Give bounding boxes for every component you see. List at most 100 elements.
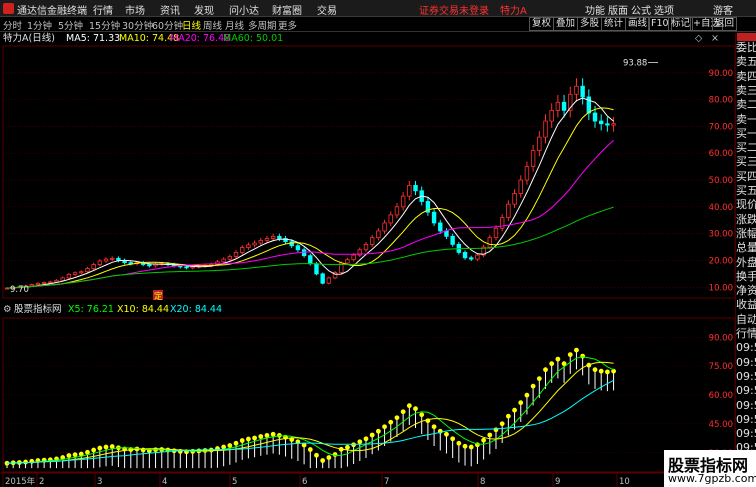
side-item[interactable]: 自动	[736, 313, 756, 326]
sub-panel-gear-icon[interactable]: ⚙	[3, 304, 12, 316]
period-daily[interactable]: 日线	[182, 18, 201, 32]
side-item[interactable]: 涨幅	[736, 227, 756, 240]
side-item[interactable]: 外盘	[736, 256, 756, 269]
candle-body	[400, 195, 406, 208]
side-item[interactable]: 总量	[736, 241, 756, 254]
candle	[568, 86, 573, 118]
login-alert[interactable]: 证券交易未登录	[419, 2, 489, 17]
candle	[586, 89, 592, 121]
side-item[interactable]: 收益	[736, 298, 756, 311]
menu-trade[interactable]: 交易	[317, 2, 337, 17]
menu-options[interactable]: 选项	[654, 2, 674, 17]
period-more[interactable]: 更多	[278, 18, 297, 32]
sub-panel-name[interactable]: 股票指标网	[14, 304, 62, 316]
side-item[interactable]: 买三	[736, 155, 756, 168]
side-item[interactable]: 卖五	[736, 55, 756, 68]
side-item[interactable]: 净资	[736, 284, 756, 297]
side-item[interactable]: 卖三	[736, 84, 756, 97]
period-5min[interactable]: 5分钟	[58, 18, 83, 32]
period-15min[interactable]: 15分钟	[89, 18, 120, 32]
sub-marker	[475, 442, 480, 448]
side-item[interactable]: 09:52	[736, 384, 756, 397]
sub-marker	[239, 438, 245, 443]
menu-function[interactable]: 功能	[585, 2, 605, 17]
side-item[interactable]: 委比	[736, 41, 756, 54]
candle-body	[363, 243, 369, 251]
candle	[165, 261, 171, 267]
candle-body	[351, 254, 356, 261]
tool-back-button[interactable]: 返回	[712, 17, 738, 31]
tool-draw-button[interactable]: 画线	[625, 17, 651, 31]
candle-body	[475, 254, 480, 260]
candle	[122, 258, 127, 265]
sub-marker	[524, 392, 530, 398]
candle	[605, 117, 610, 132]
tool-multistock-button[interactable]: 多股	[577, 17, 603, 31]
tool-adjust-button[interactable]: 复权	[529, 17, 555, 31]
side-item[interactable]: 09:52	[736, 370, 756, 383]
side-item[interactable]: 09:52	[736, 413, 756, 426]
side-item[interactable]: 换手	[736, 270, 756, 283]
candle-body	[462, 252, 468, 259]
candle	[91, 262, 96, 271]
candle	[419, 186, 424, 206]
side-item[interactable]: 行情	[736, 327, 756, 340]
candle-body	[586, 96, 592, 114]
chart-canvas[interactable]: 10.00 20.00 30.00 40.00 50.00 60.00 70.00 80.00…	[0, 0, 756, 487]
candle	[469, 255, 474, 262]
sub-indicator-bar: ⚙ 股票指标网 X5: 76.21 X10: 84.44 X20: 84.44	[0, 304, 735, 316]
menu-news[interactable]: 资讯	[160, 2, 180, 17]
candle-body	[184, 266, 189, 269]
candle	[314, 261, 319, 276]
side-item[interactable]: 09:51	[736, 356, 756, 369]
side-item[interactable]: 卖四	[736, 70, 756, 83]
period-timeshare[interactable]: 分时	[3, 18, 22, 32]
menu-layout[interactable]: 版面	[608, 2, 628, 17]
side-item[interactable]: 现价	[736, 198, 756, 211]
side-item[interactable]: 买四	[736, 170, 756, 183]
side-item[interactable]: 买一	[736, 127, 756, 140]
menu-formula[interactable]: 公式	[631, 2, 651, 17]
side-item[interactable]: 09:52	[736, 399, 756, 412]
candle-body	[543, 120, 548, 138]
side-item[interactable]: 09:51	[736, 341, 756, 354]
menu-discover[interactable]: 发现	[194, 2, 214, 17]
period-monthly[interactable]: 月线	[225, 18, 244, 32]
watermark-url: www.7gpzb.com	[668, 472, 756, 485]
period-60min[interactable]: 60分钟	[152, 18, 183, 32]
period-30min[interactable]: 30分钟	[122, 18, 153, 32]
sub-marker	[196, 448, 202, 454]
sub-marker	[184, 449, 189, 455]
candle-body	[332, 272, 338, 279]
panel-close-icon[interactable]: ×	[711, 33, 719, 45]
side-item[interactable]: 涨跌	[736, 213, 756, 226]
candle-body	[524, 166, 530, 181]
candle	[10, 286, 16, 289]
candle-body	[376, 230, 381, 239]
candle-body	[4, 287, 10, 290]
menu-market[interactable]: 市场	[125, 2, 145, 17]
tool-stats-button[interactable]: 统计	[601, 17, 627, 31]
period-weekly[interactable]: 周线	[203, 18, 222, 32]
side-item[interactable]: 卖一	[736, 113, 756, 126]
tool-overlay-button[interactable]: 叠加	[553, 17, 579, 31]
candle-body	[326, 277, 332, 284]
guest-label[interactable]: 游客	[713, 2, 733, 17]
menu-wealth[interactable]: 财富圈	[272, 2, 302, 17]
side-item[interactable]: 09:52	[736, 427, 756, 440]
candle-body	[140, 262, 146, 265]
menu-quotes[interactable]: 行情	[93, 2, 113, 17]
x-month-label: 3	[97, 477, 102, 487]
side-item[interactable]: 买五	[736, 184, 756, 197]
menu-ask[interactable]: 问小达	[229, 2, 259, 17]
side-item[interactable]: 买二	[736, 141, 756, 154]
period-multi[interactable]: 多周期	[248, 18, 277, 32]
panel-expand-icon[interactable]: ◇	[695, 33, 702, 45]
sub-marker	[23, 459, 28, 465]
period-1min[interactable]: 1分钟	[27, 18, 52, 32]
candle-body	[574, 85, 579, 95]
side-item[interactable]: 卖二	[736, 98, 756, 111]
candle-body	[530, 150, 536, 168]
candle-body	[413, 185, 418, 192]
sub-marker	[85, 449, 90, 455]
